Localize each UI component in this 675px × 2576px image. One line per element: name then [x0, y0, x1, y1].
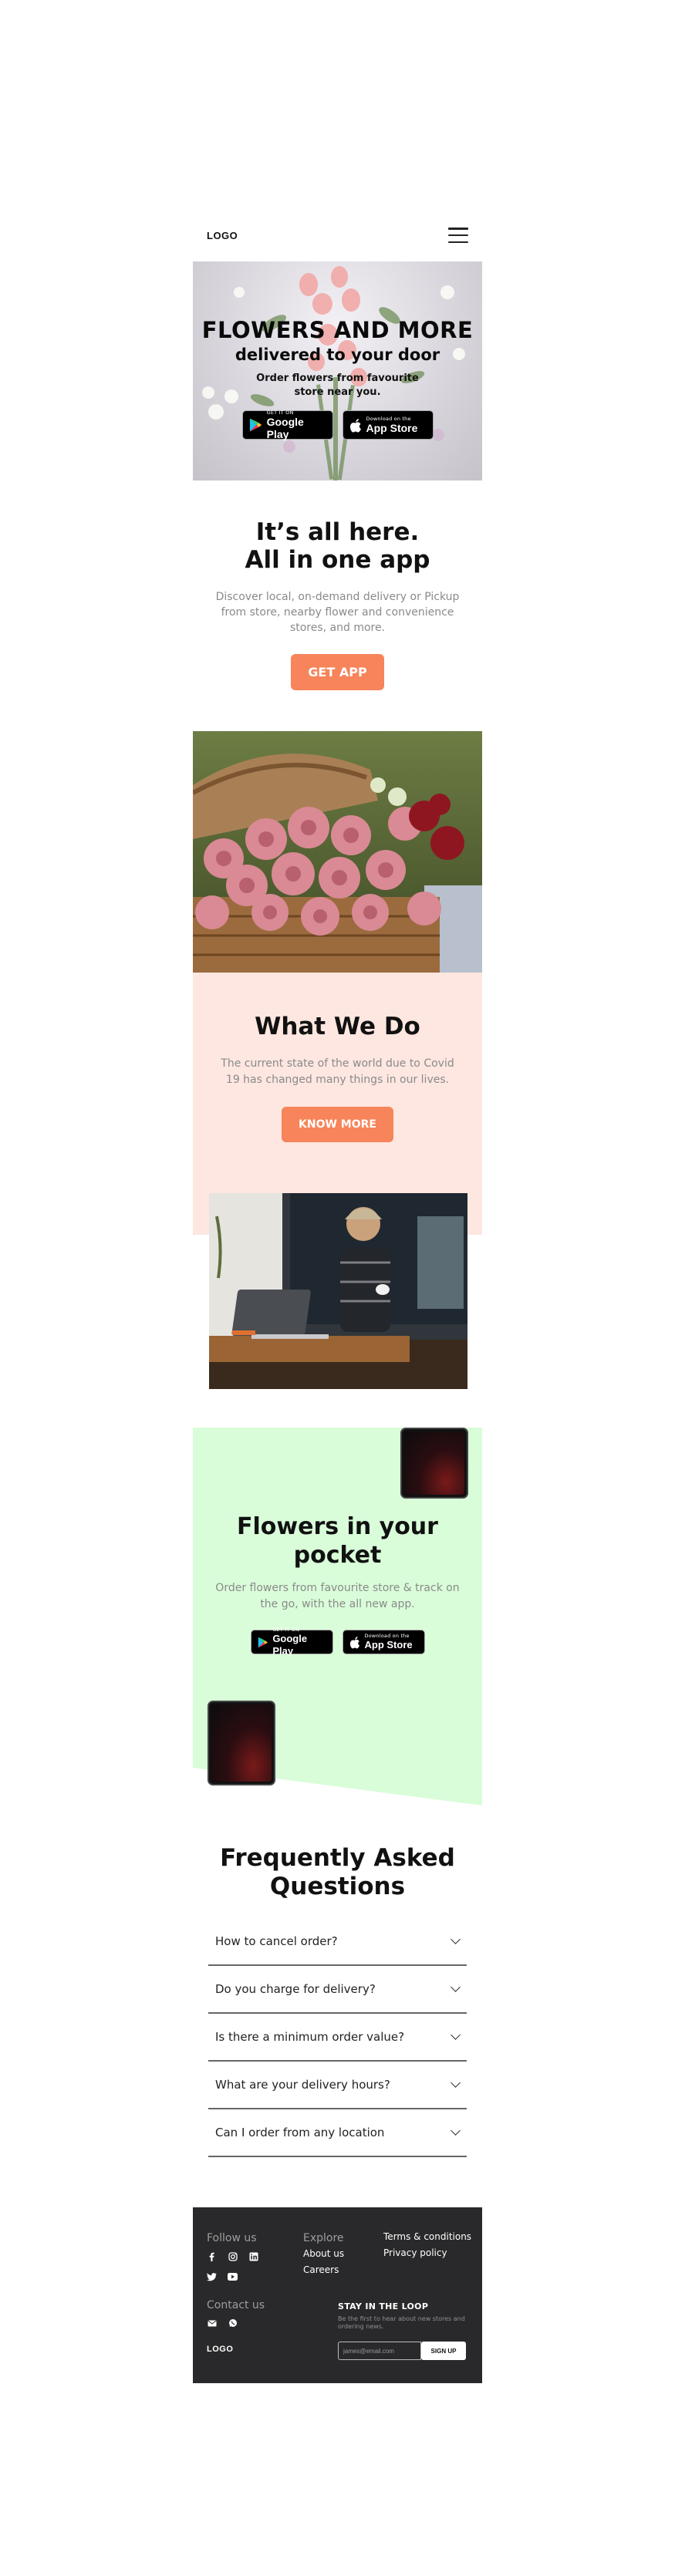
intro-description: Discover local, on-demand delivery or Pi…	[215, 591, 460, 634]
faq-item[interactable]: Can I order from any location	[208, 2109, 467, 2157]
phone-mockup-bottom	[208, 1701, 275, 1785]
app-store-label: App Store	[366, 422, 418, 434]
hamburger-menu-icon[interactable]	[448, 228, 468, 243]
faq-question: How to cancel order?	[215, 1934, 338, 1948]
google-play-icon	[249, 418, 262, 432]
what-we-do-title: What We Do	[255, 1013, 420, 1040]
email-icon[interactable]	[207, 2318, 217, 2328]
faq-item[interactable]: How to cancel order?	[208, 1918, 467, 1966]
intro-section: It’s all here. All in one app Discover l…	[193, 518, 482, 690]
privacy-policy-link[interactable]: Privacy policy	[383, 2245, 471, 2261]
about-us-link[interactable]: About us	[303, 2246, 344, 2262]
faq-item[interactable]: Do you charge for delivery?	[208, 1966, 467, 2014]
faq-title-line1: Frequently Asked	[220, 1844, 455, 1872]
faq-question: Is there a minimum order value?	[215, 2030, 405, 2044]
site-header: LOGO	[193, 217, 482, 253]
faq-item[interactable]: What are your delivery hours?	[208, 2062, 467, 2109]
google-play-label: Google Play	[272, 1633, 308, 1657]
stay-in-the-loop-description: Be the first to hear about new stores an…	[338, 2315, 465, 2330]
app-store-button[interactable]: Download on the App Store	[342, 410, 434, 440]
google-play-button[interactable]: GET IT ON Google Play	[250, 1627, 333, 1657]
google-play-icon	[258, 1637, 268, 1647]
facebook-icon[interactable]	[207, 2252, 217, 2261]
footer-logo[interactable]: LOGO	[207, 2345, 233, 2354]
google-play-small-text: GET IT ON	[272, 1627, 300, 1633]
stay-in-the-loop-title: STAY IN THE LOOP	[338, 2301, 429, 2311]
what-we-do-description: The current state of the world due to Co…	[221, 1057, 454, 1086]
sign-up-button[interactable]: SIGN UP	[421, 2342, 466, 2360]
intro-title: It’s all here. All in one app	[193, 518, 482, 574]
app-store-small-text: Download on the	[366, 416, 411, 422]
site-footer: Follow us Explore About us Careers Terms…	[193, 2207, 482, 2383]
explore-heading: Explore	[303, 2232, 344, 2244]
google-play-label: Google Play	[266, 416, 304, 440]
app-store-label: App Store	[364, 1639, 413, 1650]
faq-question: Can I order from any location	[215, 2126, 385, 2139]
pocket-description: Order flowers from favourite store & tra…	[215, 1582, 460, 1610]
get-app-button[interactable]: GET APP	[291, 654, 384, 690]
faq-question: What are your delivery hours?	[215, 2078, 390, 2092]
contact-us-heading: Contact us	[207, 2299, 265, 2311]
linkedin-icon[interactable]	[248, 2252, 258, 2261]
chevron-down-icon[interactable]	[451, 1934, 461, 1944]
hero-title: FLOWERS AND MORE	[201, 317, 474, 343]
faq-list: How to cancel order? Do you charge for d…	[208, 1918, 467, 2157]
hero-banner: FLOWERS AND MORE delivered to your door …	[193, 261, 482, 480]
intro-title-line1: It’s all here.	[255, 518, 420, 546]
terms-conditions-link[interactable]: Terms & conditions	[383, 2229, 471, 2245]
phone-mockup-top	[400, 1428, 468, 1499]
roses-basket-image	[193, 731, 482, 973]
apple-icon	[349, 418, 361, 432]
instagram-icon[interactable]	[228, 2252, 238, 2261]
whatsapp-icon[interactable]	[228, 2318, 238, 2328]
google-play-small-text: GET IT ON	[266, 410, 294, 416]
careers-link[interactable]: Careers	[303, 2262, 344, 2278]
know-more-button[interactable]: KNOW MORE	[282, 1107, 393, 1142]
pocket-title: Flowers in your pocket	[193, 1512, 482, 1570]
google-play-button[interactable]: GET IT ON Google Play	[241, 410, 333, 440]
man-with-laptop-image	[209, 1193, 467, 1389]
intro-title-line2: All in one app	[245, 546, 430, 574]
pocket-title-line2: pocket	[293, 1542, 382, 1569]
chevron-down-icon[interactable]	[451, 2030, 461, 2040]
app-store-button[interactable]: Download on the App Store	[342, 1630, 425, 1654]
faq-section: Frequently Asked Questions How to cancel…	[193, 1844, 482, 2157]
chevron-down-icon[interactable]	[451, 2126, 461, 2136]
twitter-icon[interactable]	[207, 2272, 217, 2281]
header-logo[interactable]: LOGO	[207, 230, 238, 241]
faq-question: Do you charge for delivery?	[215, 1982, 376, 1996]
newsletter-email-input[interactable]	[338, 2342, 421, 2360]
hero-subtitle: delivered to your door	[235, 346, 440, 364]
apple-icon	[349, 1636, 359, 1648]
faq-title: Frequently Asked Questions	[193, 1844, 482, 1901]
faq-title-line2: Questions	[269, 1873, 406, 1900]
youtube-icon[interactable]	[228, 2272, 238, 2281]
chevron-down-icon[interactable]	[451, 1982, 461, 1992]
follow-us-heading: Follow us	[207, 2232, 257, 2244]
chevron-down-icon[interactable]	[451, 2078, 461, 2088]
pocket-title-line1: Flowers in your	[237, 1513, 438, 1540]
hero-description: Order flowers from favourite store near …	[256, 373, 419, 398]
app-store-small-text: Download on the	[364, 1633, 410, 1639]
faq-item[interactable]: Is there a minimum order value?	[208, 2014, 467, 2062]
